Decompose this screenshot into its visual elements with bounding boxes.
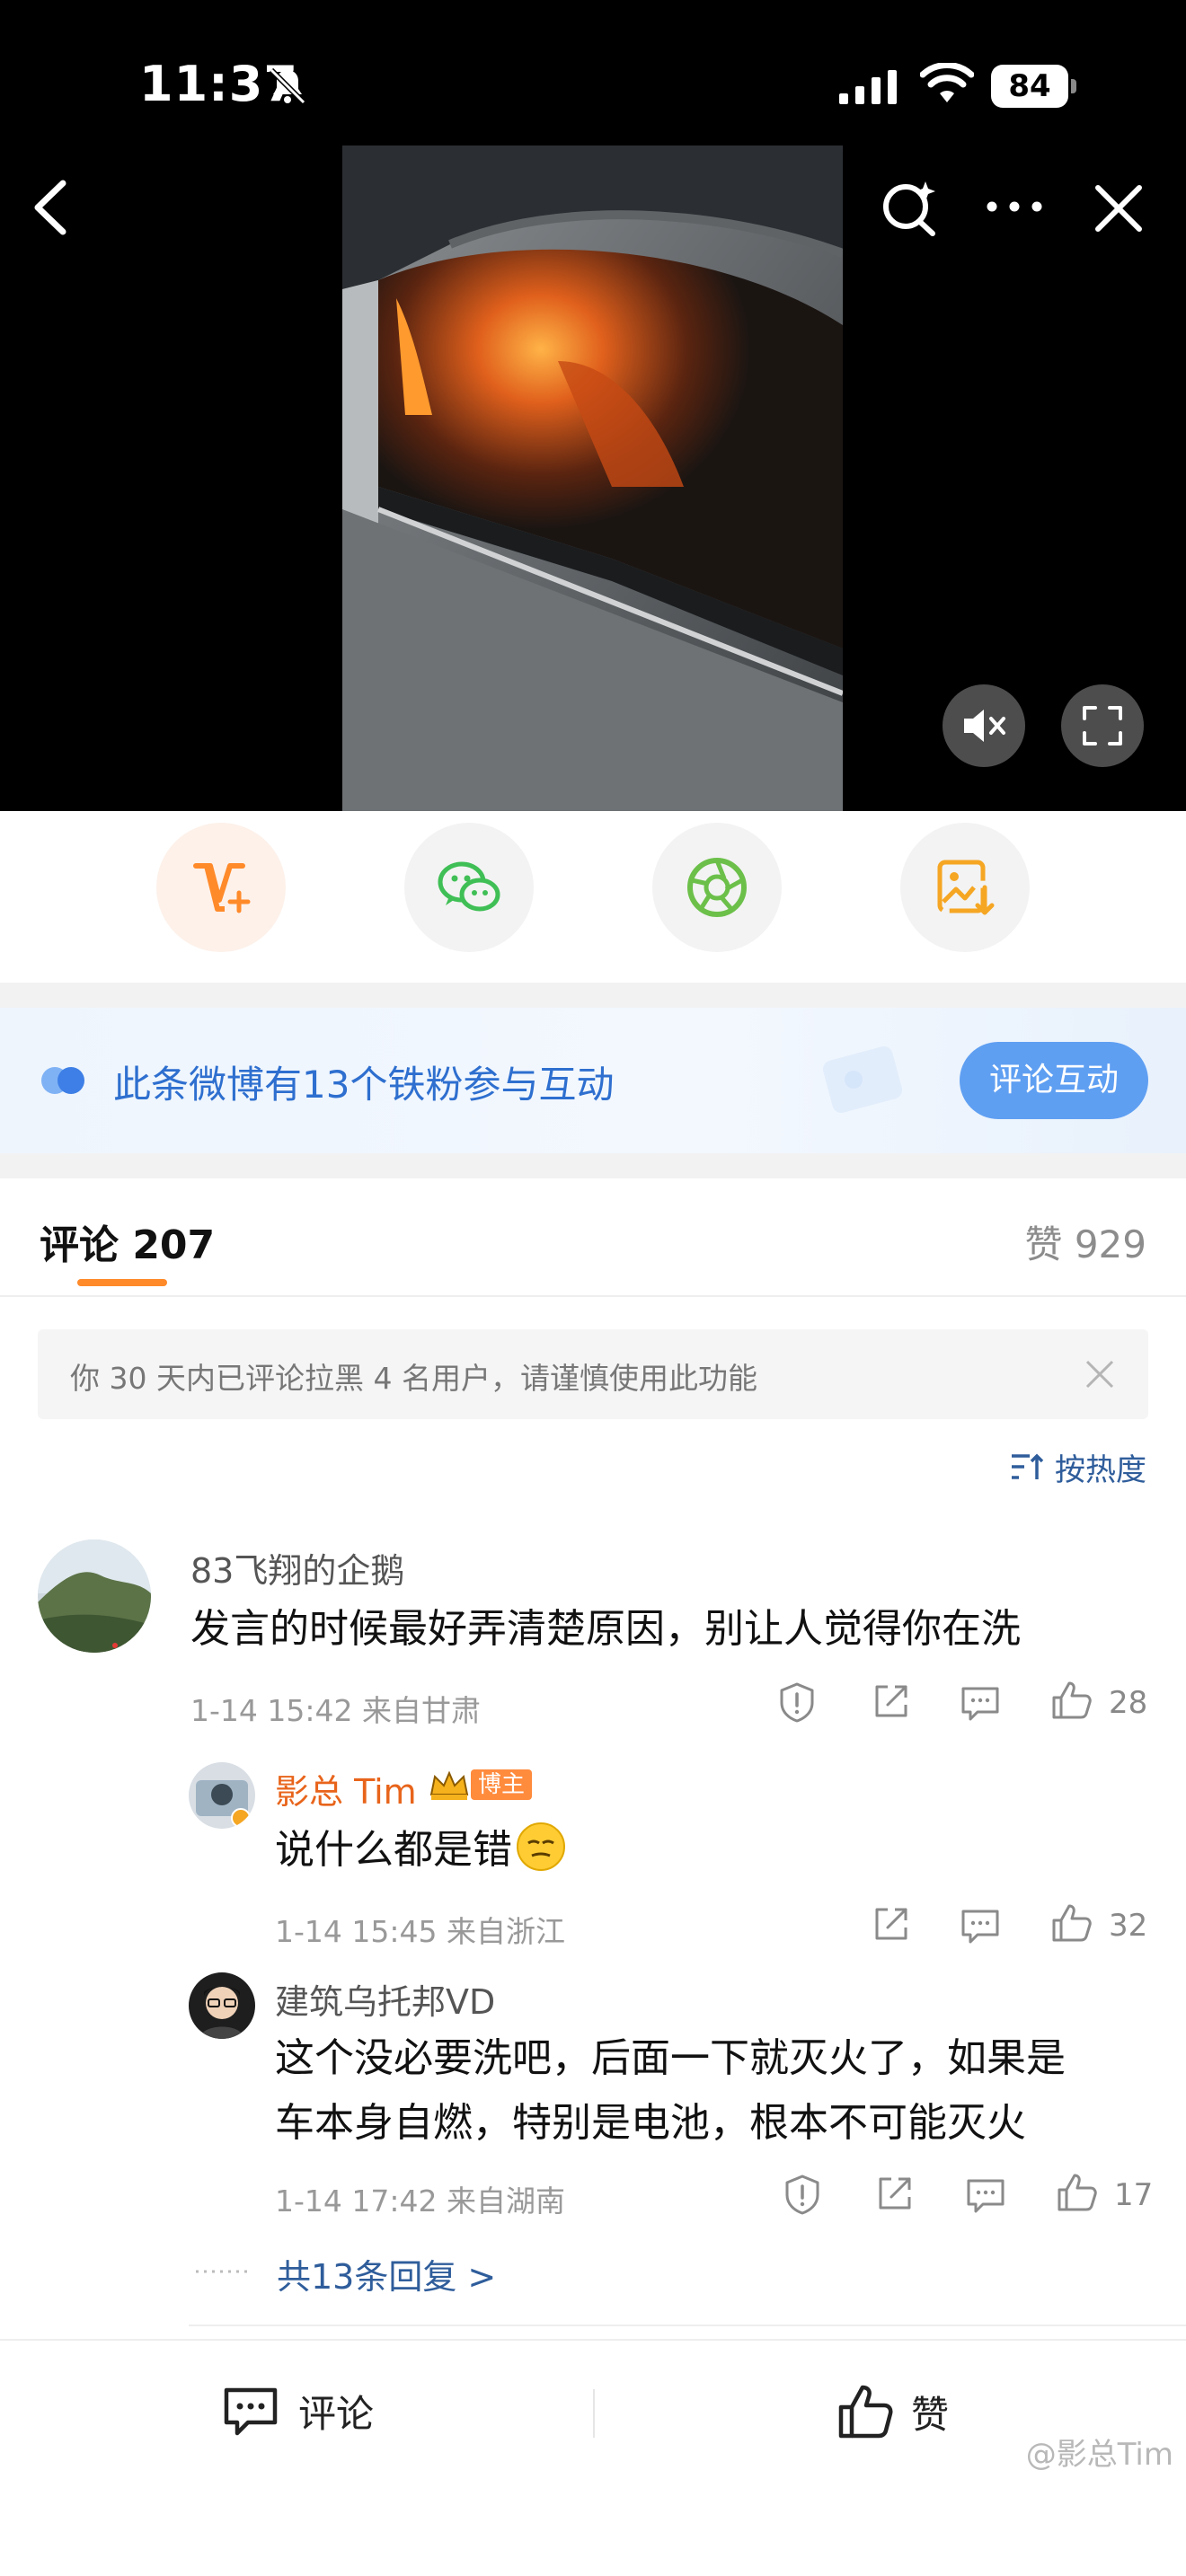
avatar[interactable]	[189, 1972, 255, 2039]
block-notice: 你 30 天内已评论拉黑 4 名用户，请谨慎使用此功能	[38, 1329, 1148, 1419]
share-moments-button[interactable]	[652, 823, 782, 952]
report-icon[interactable]	[774, 1680, 819, 1725]
reply-username-text: 影总 Tim	[275, 1772, 417, 1812]
reply-username[interactable]: 影总 Tim	[275, 1764, 417, 1813]
divider	[189, 2325, 1186, 2326]
watermark: @影总Tim	[1025, 2437, 1173, 2473]
block-notice-text: 你 30 天内已评论拉黑 4 名用户，请谨慎使用此功能	[70, 1361, 757, 1396]
back-chevron-icon[interactable]	[25, 176, 74, 239]
like-count: 17	[1114, 2177, 1154, 2213]
blogger-tag: 博主	[471, 1769, 533, 1800]
divider	[0, 1295, 1186, 1297]
reply-meta: 1-14 17:42 来自湖南	[275, 2183, 565, 2219]
avatar[interactable]	[38, 1539, 151, 1653]
wechat-icon	[438, 861, 500, 912]
avatar[interactable]	[189, 1762, 255, 1829]
share-wechat-button[interactable]	[404, 823, 534, 952]
reply-text: 说什么都是错	[275, 1818, 566, 1883]
reply-meta: 1-14 15:45 来自浙江	[275, 1914, 565, 1949]
battery-level: 84	[1008, 68, 1051, 104]
report-icon[interactable]	[780, 2172, 825, 2217]
thumbs-up-icon[interactable]	[1049, 1901, 1094, 1945]
video-player[interactable]	[342, 146, 843, 811]
moments-icon	[687, 858, 747, 917]
bell-muted-icon	[269, 67, 306, 105]
reply-username[interactable]: 建筑乌托邦VD	[275, 1974, 495, 2024]
tab-comments[interactable]: 评论 207	[40, 1213, 215, 1270]
share-icon[interactable]	[868, 1680, 913, 1725]
view-all-replies-link[interactable]: 共13条回复 >	[277, 2249, 496, 2298]
section-gap	[0, 1153, 1186, 1178]
mute-button[interactable]	[943, 684, 1025, 767]
share-icon[interactable]	[868, 1902, 913, 1947]
crown-icon	[429, 1770, 469, 1800]
fans-banner-text: 此条微博有13个铁粉参与互动	[113, 1063, 615, 1107]
bottom-action-bar: 评论 赞 @影总Tim	[0, 2339, 1186, 2483]
share-icon[interactable]	[872, 2172, 916, 2217]
like-count: 28	[1109, 1685, 1148, 1721]
more-options-icon[interactable]	[983, 189, 1046, 225]
comment-button[interactable]: 评论	[221, 2384, 374, 2439]
like-button-label: 赞	[911, 2392, 950, 2437]
battery-indicator: 84	[991, 65, 1077, 108]
reply-icon[interactable]	[958, 1680, 1003, 1725]
sort-icon	[1012, 1453, 1044, 1479]
reply-text-line: 车本身自燃，特别是电池，根本不可能灭火	[275, 2100, 1026, 2146]
reply-text-content: 说什么都是错	[275, 1827, 512, 1873]
section-gap	[0, 983, 1186, 1008]
like-button[interactable]: 赞	[836, 2382, 949, 2441]
comment-text: 发言的时候最好弄清楚原因，别让人觉得你在洗	[190, 1606, 1021, 1652]
emoji-icon	[517, 1822, 565, 1871]
dotted-line-icon	[196, 2270, 250, 2273]
save-image-button[interactable]	[900, 823, 1030, 952]
close-icon[interactable]	[1093, 182, 1145, 234]
tab-likes[interactable]: 赞 929	[1024, 1214, 1146, 1269]
close-icon[interactable]	[1082, 1356, 1118, 1392]
blogger-badge: 博主	[428, 1768, 533, 1802]
wifi-icon	[920, 63, 974, 102]
divider	[593, 2389, 595, 2438]
fans-decoration-icon	[822, 1045, 903, 1114]
fullscreen-icon	[1083, 706, 1122, 745]
thumbs-up-icon[interactable]	[1055, 2170, 1100, 2215]
reply-icon[interactable]	[958, 1902, 1003, 1947]
reply-icon[interactable]	[963, 2172, 1008, 2217]
active-tab-indicator	[77, 1279, 167, 1286]
cellular-signal-icon	[839, 70, 897, 104]
thumbs-up-icon	[838, 2385, 893, 2439]
visual-search-icon[interactable]	[879, 176, 942, 239]
fans-icon	[41, 1067, 84, 1094]
thumbs-up-icon[interactable]	[1049, 1678, 1094, 1723]
vplus-icon	[193, 863, 251, 913]
sort-by-hot-button[interactable]: 按热度	[1008, 1444, 1146, 1489]
like-count: 32	[1109, 1908, 1148, 1944]
fans-banner[interactable]: 此条微博有13个铁粉参与互动 评论互动	[0, 1008, 1186, 1153]
comment-username[interactable]: 83飞翔的企鹅	[190, 1543, 404, 1592]
share-vplus-button[interactable]	[156, 823, 286, 952]
video-header: 11:37 84	[0, 0, 1186, 811]
fullscreen-button[interactable]	[1061, 684, 1144, 767]
comment-icon	[224, 2387, 278, 2435]
save-image-icon	[937, 860, 995, 915]
comment-meta: 1-14 15:42 来自甘肃	[190, 1693, 481, 1728]
comment-interact-button[interactable]: 评论互动	[960, 1042, 1148, 1119]
comment-button-label: 评论	[298, 2392, 375, 2436]
reply-text-line: 这个没必要洗吧，后面一下就灭火了，如果是	[275, 2035, 1066, 2081]
speaker-muted-icon	[964, 710, 1005, 742]
battery-cap	[1071, 79, 1076, 93]
sort-label: 按热度	[1055, 1451, 1146, 1488]
